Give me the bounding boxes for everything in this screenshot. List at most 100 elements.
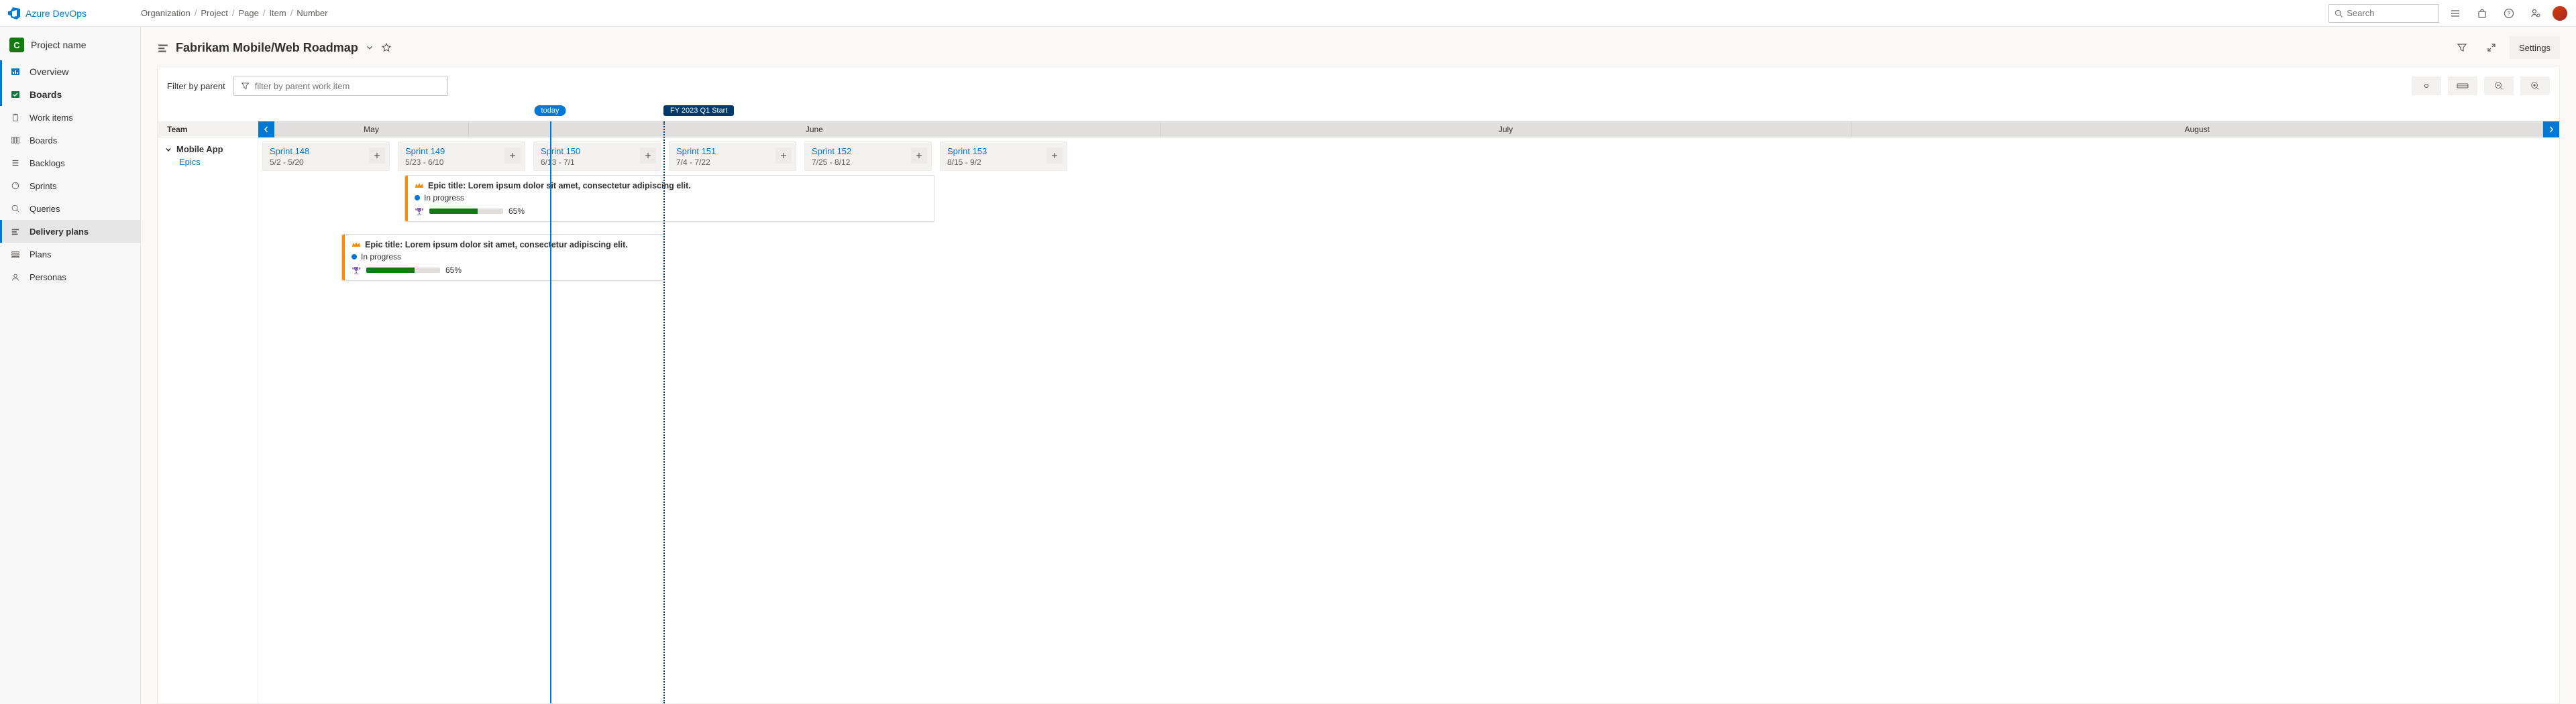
breadcrumb-item[interactable]: Organization — [141, 8, 191, 18]
breadcrumb: Organization/ Project/ Page/ Item/ Numbe… — [141, 8, 328, 18]
sprint-dates: 7/4 - 7/22 — [676, 158, 789, 167]
scroll-right-button[interactable] — [2543, 121, 2559, 137]
trophy-icon — [415, 207, 424, 216]
brand-text: Azure DevOps — [25, 8, 87, 19]
breadcrumb-item[interactable]: Page — [238, 8, 258, 18]
team-column-header: Team — [158, 121, 258, 137]
progress-bar — [366, 268, 440, 273]
epic-card[interactable]: Epic title: Lorem ipsum dolor sit amet, … — [341, 234, 663, 281]
search-input[interactable] — [2347, 8, 2433, 18]
sidebar: C Project name Overview Boards Work item… — [0, 27, 141, 704]
status-dot — [415, 195, 420, 200]
crown-icon — [415, 182, 424, 190]
user-settings-icon[interactable] — [2525, 3, 2546, 24]
sidebar-section-boards[interactable]: Boards — [0, 83, 140, 106]
sprint-card[interactable]: Sprint 150 6/13 - 7/1 — [533, 141, 661, 171]
sprint-name: Sprint 152 — [812, 146, 924, 156]
timeline: today FY 2023 Q1 Start Team MayJuneJulyA… — [158, 105, 2559, 703]
sidebar-item-label: Queries — [30, 204, 60, 214]
breadcrumb-item[interactable]: Item — [269, 8, 286, 18]
collapse-button[interactable] — [2448, 76, 2477, 95]
scroll-left-button[interactable] — [258, 121, 274, 137]
sidebar-item-plans[interactable]: Plans — [0, 243, 140, 266]
add-item-button[interactable] — [775, 148, 792, 164]
sprint-dates: 5/2 - 5/20 — [270, 158, 382, 167]
crown-icon — [352, 241, 361, 249]
sprint-card[interactable]: Sprint 148 5/2 - 5/20 — [262, 141, 390, 171]
plans-icon — [9, 249, 21, 259]
topbar: Azure DevOps Organization/ Project/ Page… — [0, 0, 2576, 27]
sidebar-item-backlogs[interactable]: Backlogs — [0, 152, 140, 174]
query-icon — [9, 204, 21, 213]
fullscreen-icon[interactable] — [2480, 36, 2503, 59]
list-view-icon[interactable] — [2445, 3, 2466, 24]
sidebar-item-label: Work items — [30, 113, 73, 123]
sprint-name: Sprint 153 — [947, 146, 1060, 156]
month-cell: August — [1851, 121, 2543, 137]
brand-logo[interactable]: Azure DevOps — [8, 7, 136, 19]
sidebar-item-label: Personas — [30, 272, 66, 282]
zoom-in-button[interactable] — [2520, 76, 2550, 95]
filter-input-wrap[interactable] — [233, 76, 448, 96]
sidebar-item-boards[interactable]: Boards — [0, 129, 140, 152]
dependencies-button[interactable] — [2412, 76, 2441, 95]
project-picker[interactable]: C Project name — [0, 32, 140, 60]
sidebar-item-label: Backlogs — [30, 158, 65, 168]
sprint-card[interactable]: Sprint 152 7/25 - 8/12 — [804, 141, 932, 171]
progress-pct: 65% — [508, 207, 525, 216]
chevron-down-icon[interactable] — [365, 43, 374, 52]
sprint-dates: 8/15 - 9/2 — [947, 158, 1060, 167]
status-dot — [352, 254, 357, 259]
sidebar-item-sprints[interactable]: Sprints — [0, 174, 140, 197]
sprint-dates: 5/23 - 6/10 — [405, 158, 518, 167]
fy-line — [663, 121, 665, 703]
team-epics-link[interactable]: Epics — [164, 157, 251, 167]
sprint-card[interactable]: Sprint 153 8/15 - 9/2 — [940, 141, 1067, 171]
add-item-button[interactable] — [911, 148, 927, 164]
timeline-lanes: Sprint 148 5/2 - 5/20 Sprint 149 5/23 - … — [258, 137, 2559, 703]
filter-icon[interactable] — [2451, 36, 2473, 59]
zoom-out-button[interactable] — [2484, 76, 2514, 95]
today-marker: today — [535, 105, 566, 116]
add-item-button[interactable] — [1046, 148, 1063, 164]
filter-label: Filter by parent — [167, 81, 225, 91]
sidebar-item-delivery-plans[interactable]: Delivery plans — [0, 220, 140, 243]
team-row[interactable]: Mobile App — [164, 144, 251, 154]
sprint-card[interactable]: Sprint 151 7/4 - 7/22 — [669, 141, 796, 171]
sprint-icon — [9, 181, 21, 190]
main-content: Fabrikam Mobile/Web Roadmap Settings Fil… — [141, 27, 2576, 704]
sidebar-label: Boards — [30, 89, 62, 100]
month-cell: June — [469, 121, 1161, 137]
sprint-row: Sprint 148 5/2 - 5/20 Sprint 149 5/23 - … — [258, 137, 2559, 175]
project-tile: C — [9, 38, 24, 52]
add-item-button[interactable] — [504, 148, 521, 164]
persona-icon — [9, 272, 21, 282]
chevron-down-icon — [164, 145, 172, 154]
overview-icon — [9, 66, 21, 77]
page-header: Fabrikam Mobile/Web Roadmap Settings — [141, 27, 2576, 66]
help-icon[interactable]: ? — [2498, 3, 2520, 24]
sprint-name: Sprint 151 — [676, 146, 789, 156]
month-cell: May — [274, 121, 469, 137]
add-item-button[interactable] — [640, 148, 656, 164]
epic-status: In progress — [361, 252, 401, 261]
sidebar-item-work-items[interactable]: Work items — [0, 106, 140, 129]
delivery-plans-icon — [9, 227, 21, 236]
sprint-name: Sprint 149 — [405, 146, 518, 156]
funnel-icon — [241, 81, 250, 91]
sidebar-section-overview[interactable]: Overview — [0, 60, 140, 83]
epic-card[interactable]: Epic title: Lorem ipsum dolor sit amet, … — [405, 175, 934, 222]
breadcrumb-item[interactable]: Project — [201, 8, 227, 18]
sprint-card[interactable]: Sprint 149 5/23 - 6/10 — [398, 141, 525, 171]
add-item-button[interactable] — [369, 148, 385, 164]
settings-button[interactable]: Settings — [2510, 36, 2560, 59]
trophy-icon — [352, 266, 361, 275]
breadcrumb-item[interactable]: Number — [297, 8, 327, 18]
sidebar-item-personas[interactable]: Personas — [0, 266, 140, 288]
filter-input[interactable] — [255, 81, 441, 91]
search-box[interactable] — [2328, 4, 2439, 23]
avatar[interactable] — [2552, 5, 2568, 21]
shopping-bag-icon[interactable] — [2471, 3, 2493, 24]
star-icon[interactable] — [381, 42, 392, 53]
sidebar-item-queries[interactable]: Queries — [0, 197, 140, 220]
